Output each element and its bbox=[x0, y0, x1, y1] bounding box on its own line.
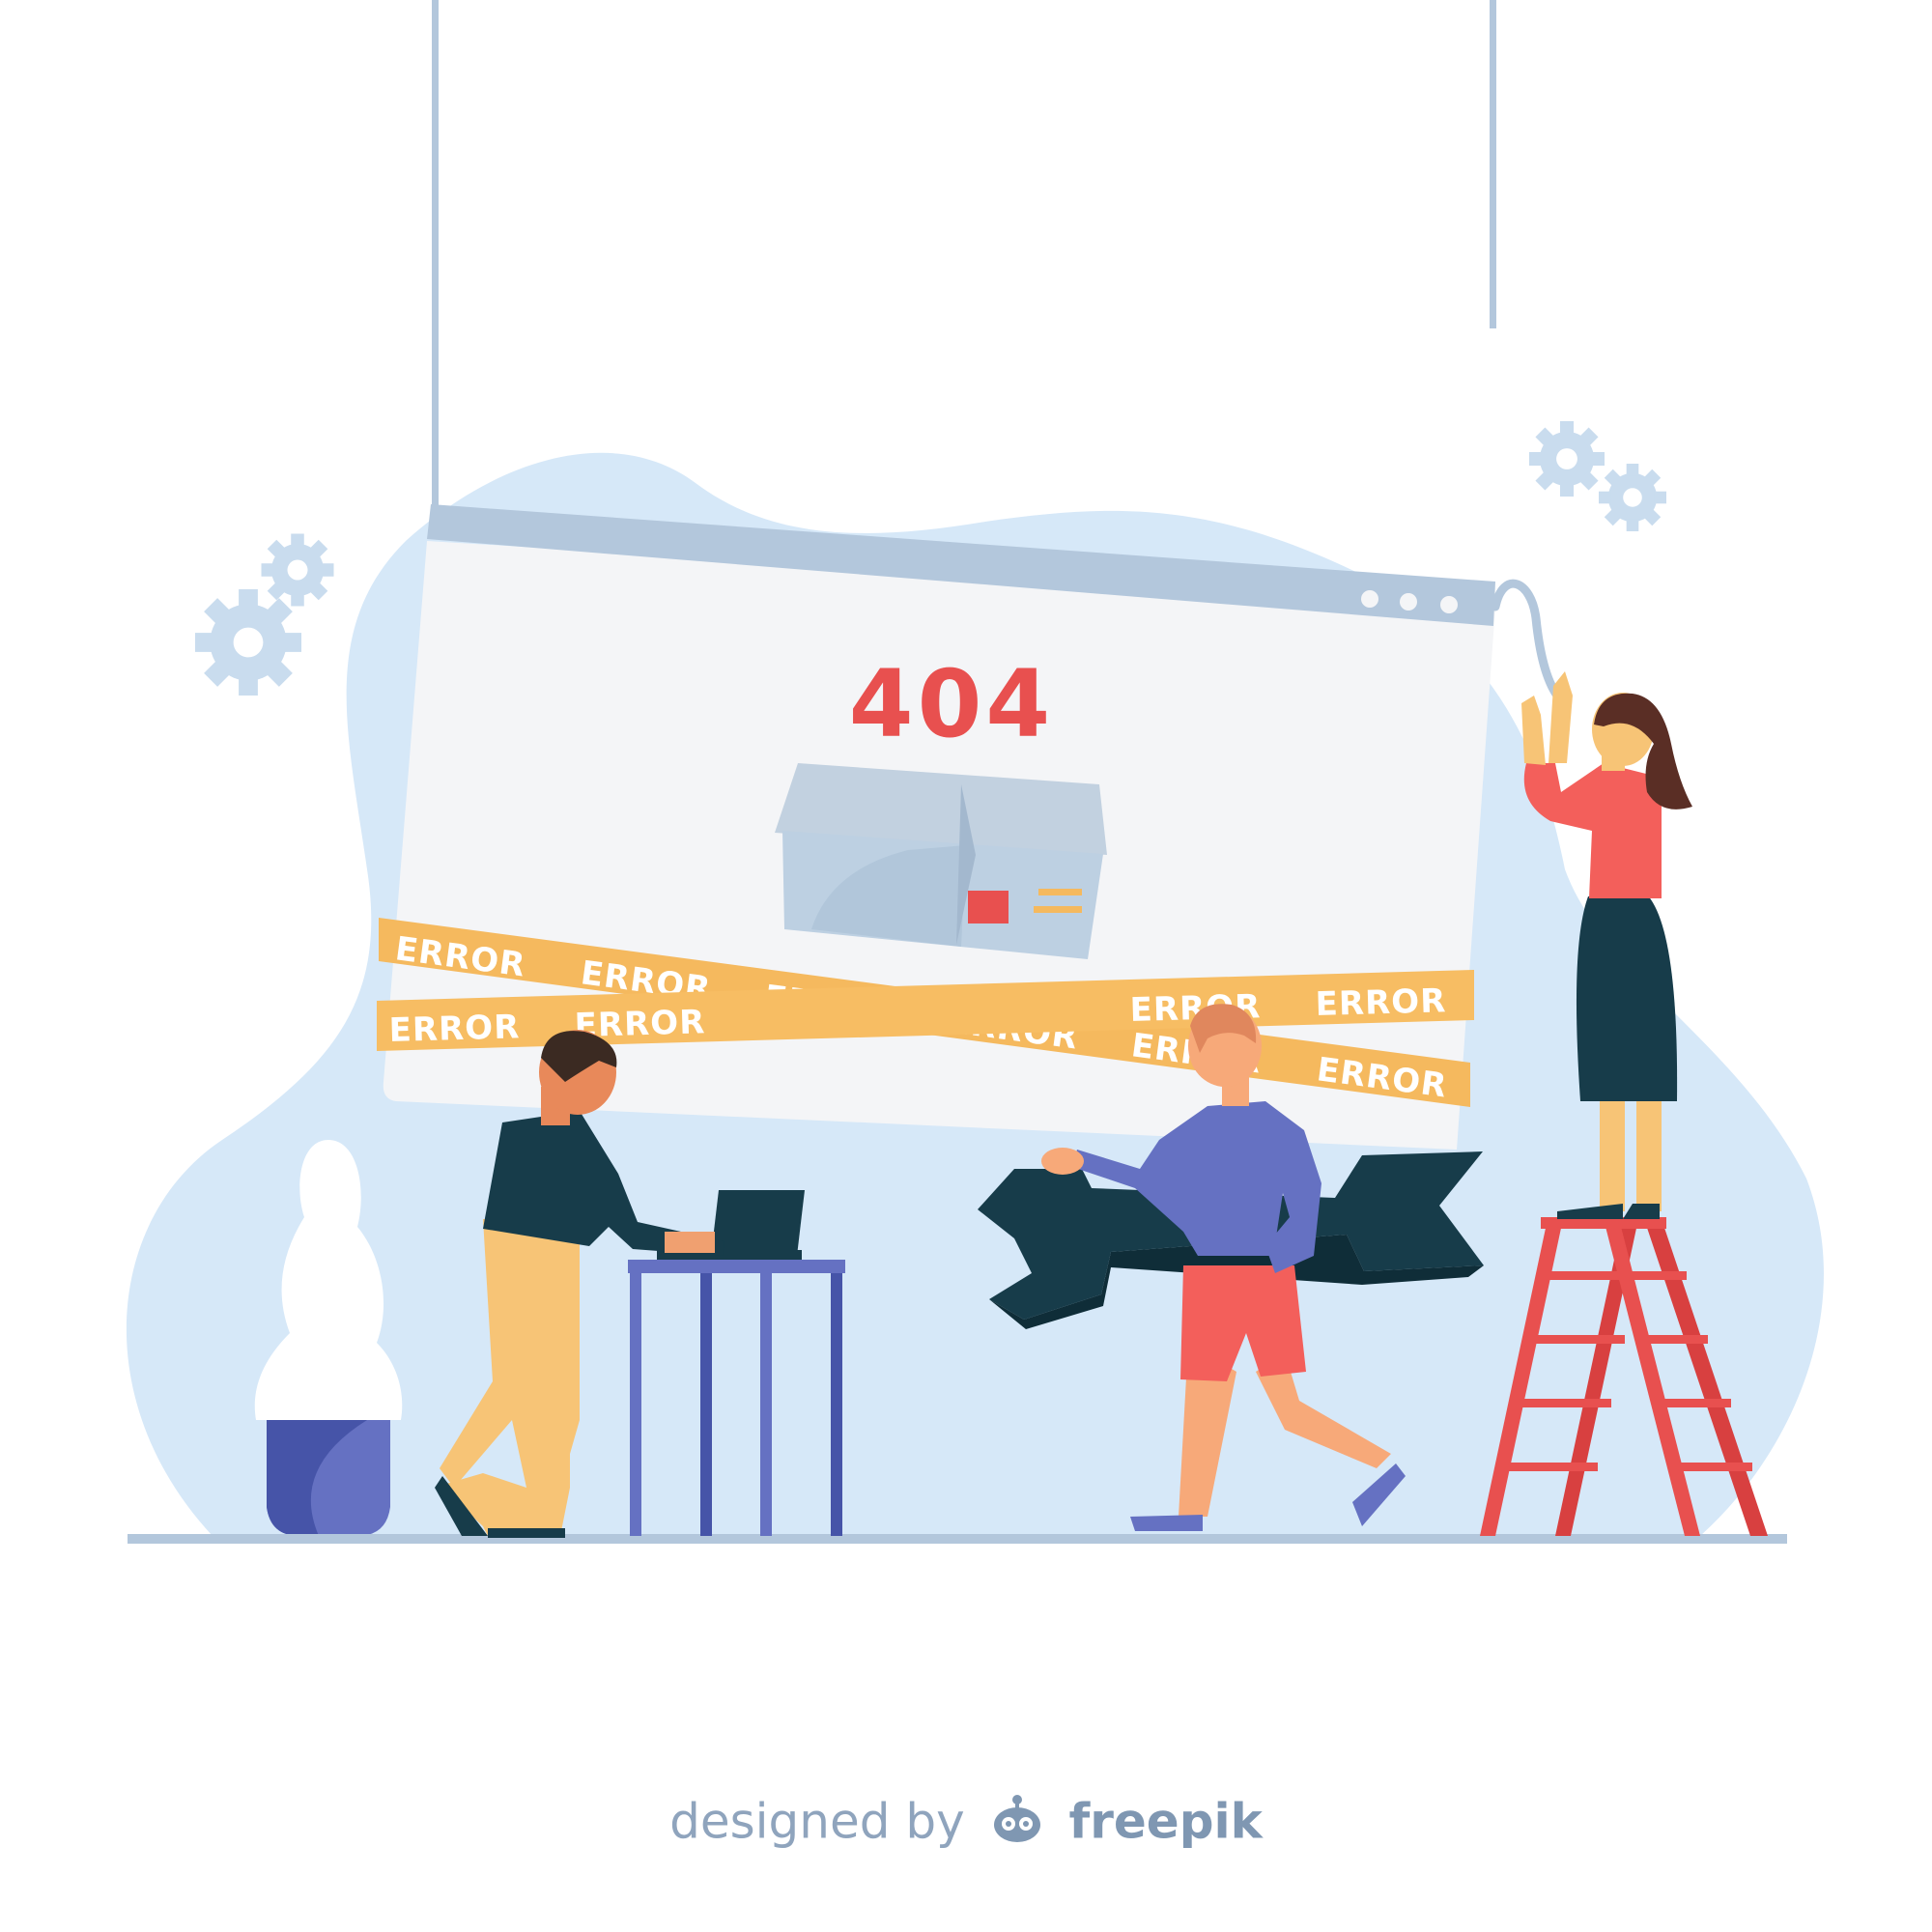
hanging-cord-right bbox=[1490, 0, 1496, 328]
freepik-logo-icon bbox=[990, 1792, 1044, 1858]
gear-icon bbox=[1529, 421, 1605, 497]
error-code: 404 bbox=[849, 650, 1054, 758]
hanging-cord-left bbox=[432, 0, 439, 512]
illustration-404: 404 ERROR ERROR ERROR ERROR ERROR ERROR … bbox=[126, 0, 1824, 1544]
designed-by-label: designed by bbox=[669, 1793, 965, 1850]
gear-icon bbox=[1599, 464, 1666, 531]
pull-cord bbox=[1491, 579, 1562, 700]
box-icon bbox=[775, 763, 1107, 959]
window-dot-icon bbox=[1361, 590, 1378, 608]
window-dot-icon bbox=[1400, 593, 1417, 611]
gear-icon bbox=[261, 533, 334, 607]
gear-icon bbox=[195, 589, 301, 696]
credit-line: designed by freepik bbox=[0, 1792, 1932, 1858]
brand-name: freepik bbox=[1068, 1793, 1263, 1850]
tape-label: ERROR bbox=[1315, 981, 1447, 1024]
tape-label: ERROR bbox=[388, 1008, 521, 1050]
window-dot-icon bbox=[1440, 596, 1458, 613]
floor-line bbox=[128, 1534, 1787, 1544]
